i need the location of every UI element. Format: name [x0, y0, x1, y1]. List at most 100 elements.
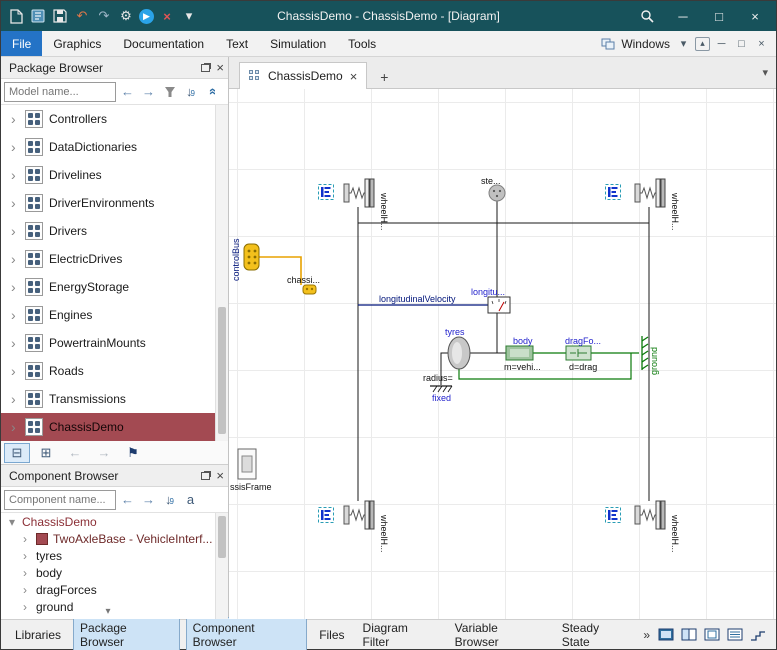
- component-item-dragforces[interactable]: › dragForces: [1, 581, 228, 598]
- package-item-electricdrives[interactable]: › ElectricDrives: [1, 245, 228, 273]
- menu-simulation[interactable]: Simulation: [259, 31, 337, 56]
- electric-connector-icon[interactable]: [606, 508, 621, 523]
- steering-component[interactable]: [489, 185, 505, 201]
- package-item-controllers[interactable]: › Controllers: [1, 105, 228, 133]
- package-item-chassisdemo[interactable]: › ChassisDemo: [1, 413, 228, 441]
- component-item-chassisdemo[interactable]: ▾ ChassisDemo: [1, 513, 228, 530]
- flag-icon[interactable]: ⚑: [120, 443, 146, 463]
- windows-panes-icon[interactable]: [599, 35, 616, 52]
- float-panel-icon[interactable]: [201, 64, 210, 72]
- component-item-tyres[interactable]: › tyres: [1, 547, 228, 564]
- tab-chassisdemo[interactable]: ChassisDemo ×: [239, 62, 367, 89]
- force-connection-lines[interactable]: [459, 353, 639, 379]
- tree-view-icon[interactable]: ⊟: [4, 443, 30, 463]
- ground-component[interactable]: [642, 336, 648, 370]
- statusbar-overflow-icon[interactable]: »: [641, 628, 652, 642]
- dock-pin-icon[interactable]: ▴: [695, 37, 710, 51]
- menu-text[interactable]: Text: [215, 31, 259, 56]
- fixed-component[interactable]: [430, 386, 452, 392]
- history-back-icon[interactable]: ←: [118, 490, 137, 510]
- scroll-more-icon[interactable]: ▾: [1, 607, 215, 619]
- new-tab-button[interactable]: +: [371, 66, 397, 88]
- windows-menu-label[interactable]: Windows: [621, 37, 670, 51]
- simulate-play-icon[interactable]: ▶: [139, 9, 154, 24]
- dragforces-component[interactable]: [566, 346, 591, 360]
- search-icon[interactable]: [630, 3, 664, 29]
- statusbar-variable-browser[interactable]: Variable Browser: [449, 618, 550, 650]
- statusbar-package-browser[interactable]: Package Browser: [73, 617, 180, 650]
- history-back-icon[interactable]: ←: [118, 82, 137, 102]
- mdi-close-icon[interactable]: ×: [753, 35, 770, 52]
- wheel-hub-rear-left[interactable]: [344, 501, 374, 529]
- settings-gears-icon[interactable]: ⚙: [117, 7, 135, 25]
- component-item-body[interactable]: › body: [1, 564, 228, 581]
- component-tree-scrollbar[interactable]: [215, 513, 228, 619]
- close-panel-icon[interactable]: ×: [216, 61, 224, 74]
- statusbar-libraries[interactable]: Libraries: [9, 625, 67, 645]
- electric-connector-icon[interactable]: [319, 508, 334, 523]
- velocity-sensor-component[interactable]: [488, 297, 510, 313]
- new-file-icon[interactable]: [7, 7, 25, 25]
- menu-file[interactable]: File: [1, 31, 42, 56]
- electric-connector-icon[interactable]: [319, 185, 334, 200]
- chassis-bus-connector[interactable]: [303, 285, 316, 294]
- filter-funnel-icon[interactable]: [160, 82, 179, 102]
- collapse-all-icon[interactable]: »: [202, 82, 221, 102]
- wheel-hub-front-left[interactable]: [344, 179, 374, 207]
- close-tab-icon[interactable]: ×: [350, 69, 358, 84]
- package-item-engines[interactable]: › Engines: [1, 301, 228, 329]
- single-window-icon[interactable]: [704, 628, 720, 641]
- package-item-powertrainmounts[interactable]: › PowertrainMounts: [1, 329, 228, 357]
- nav-forward-icon[interactable]: →: [91, 443, 117, 463]
- menu-documentation[interactable]: Documentation: [112, 31, 215, 56]
- model-name-filter-input[interactable]: [4, 82, 116, 102]
- nav-back-icon[interactable]: ←: [62, 443, 88, 463]
- controlbus-connector[interactable]: [244, 244, 259, 270]
- mdi-restore-icon[interactable]: □: [733, 35, 750, 52]
- statusbar-files[interactable]: Files: [313, 625, 350, 645]
- package-item-datadictionaries[interactable]: › DataDictionaries: [1, 133, 228, 161]
- component-name-filter-input[interactable]: [4, 490, 116, 510]
- history-forward-icon[interactable]: →: [139, 490, 158, 510]
- float-panel-icon[interactable]: [201, 472, 210, 480]
- sort-icon[interactable]: ↓9: [160, 490, 179, 510]
- scrollbar-thumb[interactable]: [218, 307, 226, 435]
- statusbar-diagram-filter[interactable]: Diagram Filter: [357, 618, 443, 650]
- list-view-icon[interactable]: [727, 628, 743, 641]
- package-item-energystorage[interactable]: › EnergyStorage: [1, 273, 228, 301]
- electric-connector-icon[interactable]: [606, 185, 621, 200]
- toolbar-dropdown-icon[interactable]: ▾: [180, 7, 198, 25]
- mdi-minimize-icon[interactable]: ─: [713, 35, 730, 52]
- chassisframe-connector[interactable]: [238, 449, 256, 479]
- package-item-transmissions[interactable]: › Transmissions: [1, 385, 228, 413]
- component-item-twoaxlebase[interactable]: › TwoAxleBase - VehicleInterf...: [1, 530, 228, 547]
- grid-view-icon[interactable]: ⊞: [33, 443, 59, 463]
- body-component[interactable]: [506, 346, 533, 360]
- statusbar-component-browser[interactable]: Component Browser: [186, 617, 308, 650]
- redo-icon[interactable]: ↷: [95, 7, 113, 25]
- split-view-icon[interactable]: [681, 628, 697, 641]
- wheel-hub-rear-right[interactable]: [635, 501, 665, 529]
- close-button[interactable]: ×: [738, 3, 772, 29]
- menu-graphics[interactable]: Graphics: [42, 31, 112, 56]
- sort-icon[interactable]: ↓9: [181, 82, 200, 102]
- cascade-view-icon[interactable]: [750, 628, 766, 641]
- wheel-hub-front-right[interactable]: [635, 179, 665, 207]
- frame-connection-lines[interactable]: [358, 201, 649, 501]
- maximize-button[interactable]: □: [702, 3, 736, 29]
- tab-list-dropdown-icon[interactable]: ▾: [762, 66, 768, 79]
- package-item-driverenvironments[interactable]: › DriverEnvironments: [1, 189, 228, 217]
- windows-dropdown-icon[interactable]: ▾: [675, 35, 692, 52]
- package-item-roads[interactable]: › Roads: [1, 357, 228, 385]
- package-tree-scrollbar[interactable]: [215, 105, 228, 441]
- close-panel-icon[interactable]: ×: [216, 469, 224, 482]
- package-item-drivers[interactable]: › Drivers: [1, 217, 228, 245]
- menu-tools[interactable]: Tools: [337, 31, 387, 56]
- minimize-button[interactable]: ─: [666, 3, 700, 29]
- scrollbar-thumb[interactable]: [218, 516, 226, 558]
- package-item-drivelines[interactable]: › Drivelines: [1, 161, 228, 189]
- tyres-component[interactable]: [448, 337, 470, 369]
- save-icon[interactable]: [51, 7, 69, 25]
- history-forward-icon[interactable]: →: [139, 82, 158, 102]
- open-file-icon[interactable]: [29, 7, 47, 25]
